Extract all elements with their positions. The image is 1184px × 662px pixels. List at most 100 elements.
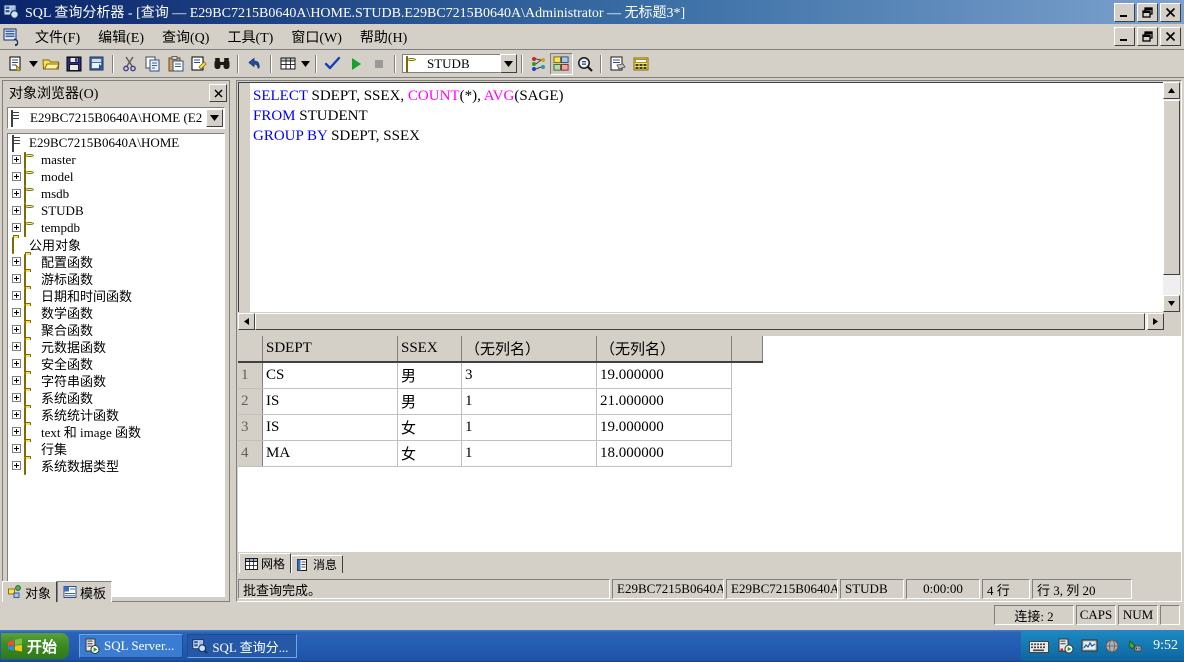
table-cell[interactable]: 21.000000 xyxy=(596,388,732,415)
mdi-document-icon[interactable] xyxy=(2,27,22,47)
tree-item[interactable]: 行集 xyxy=(8,440,224,458)
object-browser-toggle-button[interactable] xyxy=(550,52,573,75)
tree-item[interactable]: E29BC7215B0640A\HOME xyxy=(8,134,224,152)
column-header-avg[interactable]: （无列名） xyxy=(596,336,732,363)
table-cell[interactable]: 女 xyxy=(397,440,462,467)
new-query-dropdown[interactable] xyxy=(27,53,39,75)
scroll-left-button[interactable] xyxy=(238,313,255,330)
database-selector-dropdown[interactable] xyxy=(500,54,517,73)
insert-template-button[interactable] xyxy=(85,53,108,75)
menu-help[interactable]: 帮助(H) xyxy=(351,25,416,49)
results-grid-pane[interactable]: SDEPT SSEX （无列名） （无列名） 1 CS 男 3 19.000000 2 IS… xyxy=(238,336,1181,552)
table-cell[interactable] xyxy=(731,440,763,467)
expand-plus-icon[interactable] xyxy=(12,189,21,198)
row-number-header[interactable] xyxy=(238,336,263,363)
tree-item[interactable]: 日期和时间函数 xyxy=(8,287,224,305)
mdi-minimize-button[interactable] xyxy=(1114,27,1135,46)
vertical-scroll-track[interactable] xyxy=(1163,99,1180,295)
expand-plus-icon[interactable] xyxy=(12,325,21,334)
tree-item[interactable]: STUDB xyxy=(8,202,224,220)
new-query-button[interactable] xyxy=(4,53,27,75)
row-number-cell[interactable]: 2 xyxy=(238,388,263,415)
tree-item[interactable]: 字符串函数 xyxy=(8,372,224,390)
column-header-count[interactable]: （无列名） xyxy=(461,336,597,363)
menu-window[interactable]: 窗口(W) xyxy=(282,25,351,49)
column-header-ssex[interactable]: SSEX xyxy=(397,336,462,363)
results-mode-dropdown[interactable] xyxy=(299,53,311,75)
tab-messages[interactable]: 消息 xyxy=(291,555,344,573)
table-cell[interactable]: 1 xyxy=(461,440,597,467)
expand-plus-icon[interactable] xyxy=(12,376,21,385)
horizontal-scroll-thumb[interactable] xyxy=(255,313,1145,330)
restore-button[interactable] xyxy=(1137,2,1158,22)
expand-plus-icon[interactable] xyxy=(12,359,21,368)
expand-plus-icon[interactable] xyxy=(12,291,21,300)
tree-item[interactable]: 系统数据类型 xyxy=(8,457,224,475)
close-button[interactable] xyxy=(1160,2,1181,22)
table-cell[interactable]: 男 xyxy=(397,388,462,415)
column-header-filler[interactable] xyxy=(731,336,763,363)
table-cell[interactable]: MA xyxy=(262,440,398,467)
keyboard-icon[interactable] xyxy=(1029,639,1050,654)
row-number-cell[interactable]: 3 xyxy=(238,414,263,441)
minimize-button[interactable] xyxy=(1114,2,1135,22)
current-connection-properties-button[interactable] xyxy=(606,53,629,75)
tray-monitor-icon[interactable] xyxy=(1081,638,1098,654)
table-cell[interactable] xyxy=(731,362,763,389)
expand-plus-icon[interactable] xyxy=(12,308,21,317)
scroll-down-button[interactable] xyxy=(1163,295,1180,312)
table-cell[interactable]: 18.000000 xyxy=(596,440,732,467)
expand-plus-icon[interactable] xyxy=(12,172,21,181)
open-file-button[interactable] xyxy=(39,53,62,75)
scroll-right-button[interactable] xyxy=(1147,313,1164,330)
object-browser-connection-combo[interactable]: E29BC7215B0640A\HOME (E2 xyxy=(7,107,225,129)
find-button[interactable] xyxy=(210,53,233,75)
tree-item[interactable]: 聚合函数 xyxy=(8,321,224,339)
tree-item[interactable]: model xyxy=(8,168,224,186)
table-cell[interactable]: 19.000000 xyxy=(596,362,732,389)
tab-templates[interactable]: 模板 xyxy=(57,581,113,602)
parse-query-button[interactable] xyxy=(321,53,344,75)
scroll-up-button[interactable] xyxy=(1163,82,1180,99)
menu-file[interactable]: 文件(F) xyxy=(26,25,89,49)
object-browser-close-button[interactable] xyxy=(209,84,227,102)
results-mode-button[interactable] xyxy=(276,53,299,75)
expand-plus-icon[interactable] xyxy=(12,393,21,402)
table-cell[interactable]: 1 xyxy=(461,388,597,415)
start-button[interactable]: 开始 xyxy=(1,633,70,659)
vertical-scroll-thumb[interactable] xyxy=(1163,100,1180,275)
expand-plus-icon[interactable] xyxy=(12,206,21,215)
row-number-cell[interactable]: 1 xyxy=(238,362,263,389)
display-estimated-plan-button[interactable] xyxy=(527,53,550,75)
table-cell[interactable]: IS xyxy=(262,414,398,441)
save-query-button[interactable] xyxy=(62,53,85,75)
cancel-query-button[interactable] xyxy=(367,53,390,75)
tab-grid[interactable]: 网格 xyxy=(239,553,292,573)
expand-plus-icon[interactable] xyxy=(12,223,21,232)
table-cell[interactable]: 女 xyxy=(397,414,462,441)
sql-editor-text[interactable]: SELECT SDEPT, SSEX, COUNT(*), AVG(SAGE) F… xyxy=(253,86,1164,146)
tree-item[interactable]: msdb xyxy=(8,185,224,203)
object-browser-connection-dropdown[interactable] xyxy=(206,109,223,127)
tab-objects[interactable]: 对象 xyxy=(2,581,58,602)
table-row[interactable]: 1 CS 男 3 19.000000 xyxy=(238,362,763,389)
taskbtn-sql-server[interactable]: SQL Server... xyxy=(79,634,184,658)
tree-item[interactable]: 元数据函数 xyxy=(8,338,224,356)
table-cell[interactable]: 3 xyxy=(461,362,597,389)
taskbtn-query-analyzer[interactable]: SQL 查询分... xyxy=(187,634,298,658)
tree-item[interactable]: 系统函数 xyxy=(8,389,224,407)
tray-sql-service-icon[interactable] xyxy=(1058,638,1075,654)
expand-plus-icon[interactable] xyxy=(12,410,21,419)
copy-button[interactable] xyxy=(141,53,164,75)
show-results-pane-button[interactable] xyxy=(629,53,652,75)
editor-horizontal-scrollbar[interactable] xyxy=(238,313,1164,330)
table-cell[interactable] xyxy=(731,414,763,441)
editor-vertical-scrollbar[interactable] xyxy=(1163,82,1180,312)
row-number-cell[interactable]: 4 xyxy=(238,440,263,467)
expand-plus-icon[interactable] xyxy=(12,274,21,283)
table-cell[interactable]: 1 xyxy=(461,414,597,441)
mdi-close-button[interactable] xyxy=(1160,27,1181,46)
object-search-button[interactable] xyxy=(573,53,596,75)
tray-plug-icon[interactable] xyxy=(1127,638,1144,654)
pane-splitter[interactable] xyxy=(238,331,1181,335)
